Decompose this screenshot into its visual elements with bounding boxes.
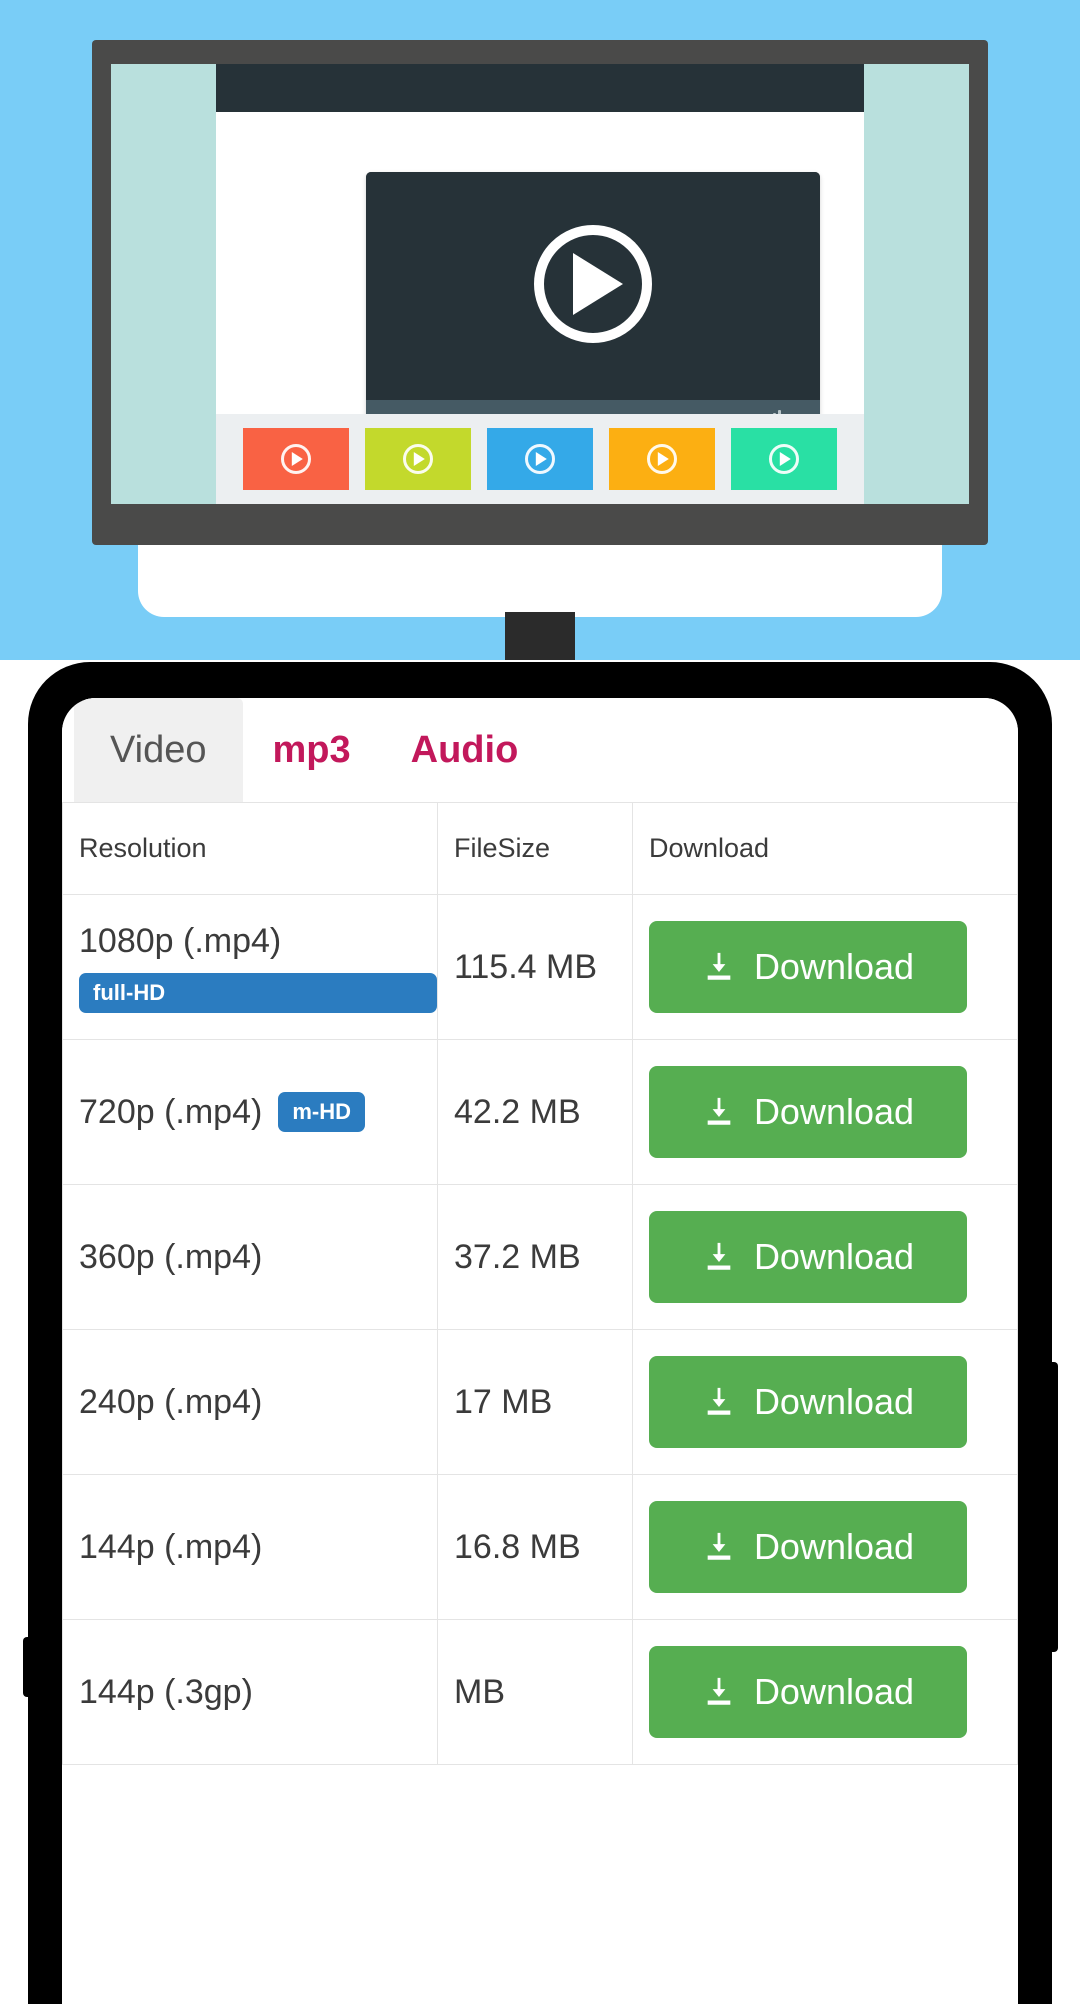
column-header-resolution: Resolution xyxy=(62,802,438,895)
thumbnail-lime xyxy=(365,428,471,490)
cell-resolution: 240p (.mp4) xyxy=(62,1329,438,1475)
downloads-table: Resolution FileSize Download 1080p (.mp4… xyxy=(62,802,1018,1765)
resolution-label: 360p (.mp4) xyxy=(79,1237,263,1276)
download-button-label: Download xyxy=(753,946,915,987)
play-icon xyxy=(281,444,311,474)
download-button-label: Download xyxy=(753,1381,915,1422)
play-icon xyxy=(525,444,555,474)
cell-download: Download xyxy=(632,1039,1018,1185)
download-button-label: Download xyxy=(753,1236,915,1277)
monitor-screen xyxy=(111,64,969,504)
download-icon xyxy=(702,1240,736,1274)
resolution-label: 1080p (.mp4) xyxy=(79,921,282,960)
download-icon xyxy=(702,1675,736,1709)
play-icon xyxy=(647,444,677,474)
cell-filesize: 42.2 MB xyxy=(437,1039,633,1185)
cell-download: Download xyxy=(632,1329,1018,1475)
monitor-bezel xyxy=(92,40,988,545)
play-icon xyxy=(403,444,433,474)
tab-bar: Video mp3 Audio xyxy=(62,698,1018,802)
resolution-label: 144p (.3gp) xyxy=(79,1672,253,1711)
download-button[interactable]: Download xyxy=(649,921,967,1013)
play-icon xyxy=(769,444,799,474)
download-button[interactable]: Download xyxy=(649,1066,967,1158)
power-button[interactable] xyxy=(1048,1362,1058,1652)
tab-audio[interactable]: Audio xyxy=(381,698,549,802)
tab-video[interactable]: Video xyxy=(74,698,243,802)
thumbnail-red xyxy=(243,428,349,490)
column-header-download: Download xyxy=(632,802,1018,895)
cell-filesize: 17 MB xyxy=(437,1329,633,1475)
download-icon xyxy=(702,950,736,984)
volume-button[interactable] xyxy=(23,1637,32,1697)
table-row: 144p (.mp4) 16.8 MB Download xyxy=(62,1474,1018,1620)
tab-mp3[interactable]: mp3 xyxy=(243,698,381,802)
download-button[interactable]: Download xyxy=(649,1646,967,1738)
video-player xyxy=(366,172,820,442)
table-row: 144p (.3gp) MB Download xyxy=(62,1619,1018,1765)
column-header-filesize: FileSize xyxy=(437,802,633,895)
resolution-label: 144p (.mp4) xyxy=(79,1527,263,1566)
cell-resolution: 720p (.mp4) m-HD xyxy=(62,1039,438,1185)
cell-resolution: 1080p (.mp4) full-HD xyxy=(62,894,438,1040)
download-button-label: Download xyxy=(753,1526,915,1567)
table-row: 360p (.mp4) 37.2 MB Download xyxy=(62,1184,1018,1330)
cell-download: Download xyxy=(632,1184,1018,1330)
monitor-stand-neck xyxy=(505,612,575,660)
play-triangle-icon xyxy=(573,253,623,315)
browser-page xyxy=(216,64,864,504)
cell-download: Download xyxy=(632,1619,1018,1765)
table-body: 1080p (.mp4) full-HD 115.4 MB Download 7… xyxy=(62,894,1018,1765)
monitor-chin xyxy=(138,545,942,617)
download-button[interactable]: Download xyxy=(649,1211,967,1303)
phone-frame: Video mp3 Audio Resolution FileSize Down… xyxy=(23,662,1058,2004)
download-icon xyxy=(702,1385,736,1419)
hero-illustration xyxy=(0,0,1080,660)
monitor-illustration xyxy=(92,40,988,660)
thumbnail-blue xyxy=(487,428,593,490)
video-stage xyxy=(366,172,820,400)
download-button[interactable]: Download xyxy=(649,1501,967,1593)
table-head: Resolution FileSize Download xyxy=(62,802,1018,895)
cell-resolution: 144p (.mp4) xyxy=(62,1474,438,1620)
table-row: 720p (.mp4) m-HD 42.2 MB Download xyxy=(62,1039,1018,1185)
cell-download: Download xyxy=(632,1474,1018,1620)
download-button[interactable]: Download xyxy=(649,1356,967,1448)
cell-resolution: 144p (.3gp) xyxy=(62,1619,438,1765)
thumbnail-teal xyxy=(731,428,837,490)
quality-badge: full-HD xyxy=(79,972,437,1013)
download-icon xyxy=(702,1530,736,1564)
browser-topbar xyxy=(216,64,864,112)
resolution-label: 240p (.mp4) xyxy=(79,1382,263,1421)
cell-resolution: 360p (.mp4) xyxy=(62,1184,438,1330)
cell-download: Download xyxy=(632,894,1018,1040)
quality-badge: m-HD xyxy=(278,1092,365,1132)
cell-filesize: MB xyxy=(437,1619,633,1765)
thumbnail-strip xyxy=(216,414,864,504)
download-icon xyxy=(702,1095,736,1129)
table-row: 1080p (.mp4) full-HD 115.4 MB Download xyxy=(62,894,1018,1040)
phone-screen: Video mp3 Audio Resolution FileSize Down… xyxy=(62,698,1018,2004)
cell-filesize: 37.2 MB xyxy=(437,1184,633,1330)
download-button-label: Download xyxy=(753,1091,915,1132)
cell-filesize: 115.4 MB xyxy=(437,894,633,1040)
table-row: 240p (.mp4) 17 MB Download xyxy=(62,1329,1018,1475)
table-header-row: Resolution FileSize Download xyxy=(62,802,1018,895)
download-button-label: Download xyxy=(753,1671,915,1712)
cell-filesize: 16.8 MB xyxy=(437,1474,633,1620)
play-button-icon xyxy=(534,225,652,343)
thumbnail-orange xyxy=(609,428,715,490)
resolution-label: 720p (.mp4) xyxy=(79,1092,263,1131)
